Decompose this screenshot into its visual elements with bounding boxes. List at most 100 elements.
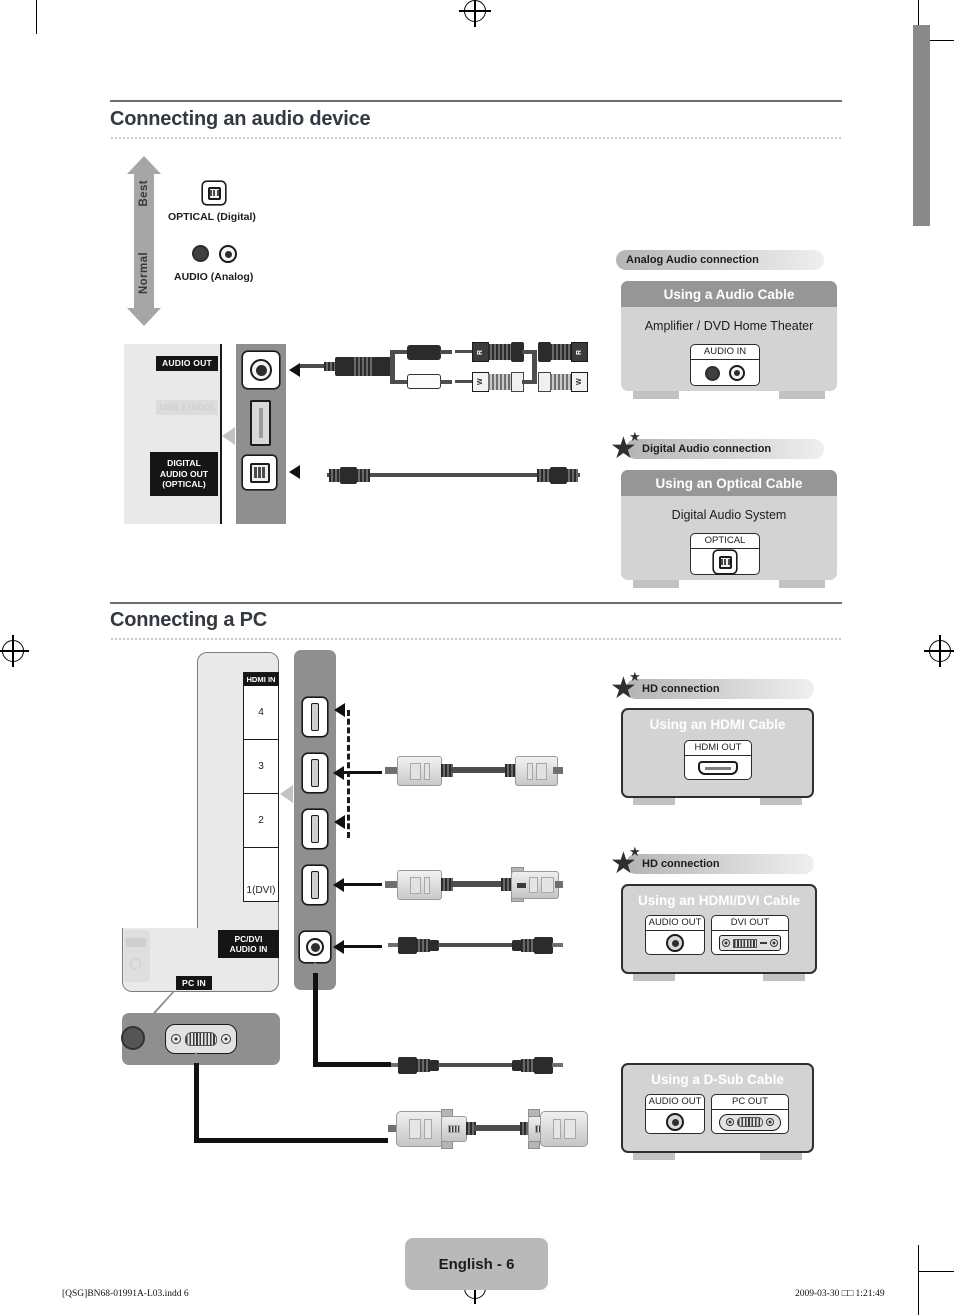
hdmi-in-group: HDMI IN 4 3 2 1(DVI) (243, 672, 279, 902)
rca-jack-white-icon (729, 365, 745, 382)
badge-digital-audio-connection: Digital Audio connection (626, 439, 824, 459)
badge-hd-connection-hdmi: HD connection (626, 679, 814, 699)
hdmi-arrow-stem-3 (342, 771, 382, 774)
pc-in-vga-port[interactable] (165, 1024, 237, 1054)
tv-port-hdmi-1-dvi[interactable] (303, 866, 327, 904)
device-audio-out-dsub: AUDIO OUT (645, 1094, 705, 1134)
rca-audio-cable: R W R W (300, 342, 590, 394)
connect-arrow-audio (289, 363, 300, 377)
card-foot-left (633, 580, 679, 588)
tv-port-optical[interactable] (243, 456, 276, 489)
port-label-pc-dvi-audio-in: PC/DVI AUDIO IN (218, 930, 279, 958)
footer-timestamp: 2009-03-30 □□ 1:21:49 (795, 1289, 885, 1299)
rca-jack-red-icon (705, 365, 720, 381)
hdmi-arrow-1 (333, 878, 344, 892)
hdmi-out-port-icon (698, 761, 738, 776)
device-audio-in: AUDIO IN (690, 344, 760, 386)
hdmi-to-dvi-cable (385, 862, 563, 908)
tv-port-audio-out[interactable] (243, 352, 279, 388)
dvi-screw-right-icon (770, 939, 778, 948)
hdmi-port-label-3: 3 (244, 740, 278, 794)
tv-port-pc-dvi-audio-in[interactable] (300, 932, 330, 962)
pc-audio-routing-wire-v (194, 1060, 199, 1142)
page-number-badge: English - 6 (405, 1238, 548, 1290)
quality-scale-arrow: Best Normal (127, 156, 161, 326)
connect-arrow-optical (289, 465, 300, 479)
tv-port-hdmi-3[interactable] (303, 754, 327, 792)
legend-rca-red-icon (192, 245, 209, 262)
hdmi-arrow-2 (334, 815, 345, 829)
card-title: Using an HDMI/DVI Cable (637, 892, 801, 908)
card-title: Using an Optical Cable (621, 470, 837, 496)
legend-audio-label: AUDIO (Analog) (174, 271, 254, 283)
digital-audio-out-line: DIGITAL (167, 457, 201, 468)
arrow-head-down-icon (127, 308, 161, 326)
card-foot-right (760, 798, 802, 805)
dvi-pins-icon (733, 938, 757, 948)
card-foot-left (633, 798, 675, 805)
badge-analog-audio-connection: Analog Audio connection (616, 250, 824, 270)
digital-audio-out-line: (OPTICAL) (162, 479, 206, 490)
pc-audio-up-arrow (307, 962, 323, 973)
device-title: AUDIO IN (691, 345, 759, 360)
hdmi-arrow-4 (334, 703, 345, 717)
pc-dvi-audio-line: AUDIO IN (229, 944, 268, 954)
badge-label: Digital Audio connection (642, 443, 772, 455)
legend-rca-white-icon (219, 245, 237, 263)
vga-screw-left-icon (726, 1118, 734, 1127)
pc-in-up-arrow (188, 1052, 204, 1063)
hdmi-port-label-2: 2 (244, 794, 278, 848)
page-title-audio: Connecting an audio device (110, 108, 371, 130)
card-title: Using an HDMI Cable (649, 716, 786, 732)
registration-mark-top (459, 0, 491, 27)
quality-label-normal: Normal (138, 252, 150, 295)
section-underline-pc (110, 638, 842, 640)
star-badge-hdmi: ★ ★ (610, 669, 646, 704)
card-foot-right (779, 580, 825, 588)
footer-file-name: [QSG]BN68-01991A-L03.indd 6 (62, 1289, 189, 1299)
vga-pins-icon (737, 1117, 763, 1128)
device-title: PC OUT (712, 1095, 788, 1110)
card-title: Using a Audio Cable (621, 281, 837, 307)
star-badge-digital: ★ ★ (610, 430, 646, 464)
registration-mark-left (0, 635, 29, 667)
vga-pins-icon (185, 1032, 217, 1046)
tv-port-hdmi-2[interactable] (303, 810, 327, 848)
vga-screw-left-icon (171, 1034, 181, 1044)
device-pc-out: PC OUT (711, 1094, 789, 1134)
star-badge-dvi: ★ ★ (610, 844, 646, 879)
hdmi-port-label-1dvi: 1(DVI) (246, 885, 276, 896)
pc-audio-routing-wire-h (194, 1138, 388, 1143)
dvi-screw-left-icon (722, 939, 730, 948)
vga-screw-right-icon (221, 1034, 231, 1044)
star-small-icon: ★ (629, 844, 641, 859)
port-label-digital-audio-out: DIGITAL AUDIO OUT (OPTICAL) (150, 452, 218, 496)
tv-port-hdmi-4[interactable] (303, 698, 327, 736)
card-foot-left (633, 1153, 675, 1160)
pc-dvi-audio-line: PC/DVI (234, 933, 263, 944)
vga-screw-right-icon (766, 1118, 774, 1127)
tv-panel-face-audio (124, 344, 220, 524)
device-optical: OPTICAL (690, 533, 760, 575)
hdmi-arrow-stem-1 (342, 883, 382, 886)
audio-rca-cable-2 (388, 1055, 563, 1077)
audio-arrow (333, 940, 344, 954)
optical-cable (327, 465, 580, 487)
panel-callout-arrow-pc (280, 785, 293, 803)
device-title: OPTICAL (691, 534, 759, 549)
optical-jack-icon (714, 551, 736, 574)
badge-hd-connection-dvi: HD connection (626, 854, 814, 874)
section-rule-audio (110, 100, 842, 102)
port-label-pc-in: PC IN (176, 976, 212, 990)
hdmi-in-header: HDMI IN (244, 673, 278, 686)
device-audio-out-dvi: AUDIO OUT (645, 915, 705, 955)
card-title: Using a D-Sub Cable (651, 1071, 784, 1087)
card-foot-left (633, 974, 675, 981)
rca-jack-icon (666, 934, 684, 953)
hdmi-alternate-dashline (347, 710, 350, 838)
arrow-head-up-icon (127, 156, 161, 174)
digital-audio-out-line: AUDIO OUT (159, 468, 209, 479)
star-small-icon: ★ (629, 669, 641, 684)
tv-port-usb[interactable] (250, 400, 271, 446)
section-rule-pc (110, 602, 842, 604)
